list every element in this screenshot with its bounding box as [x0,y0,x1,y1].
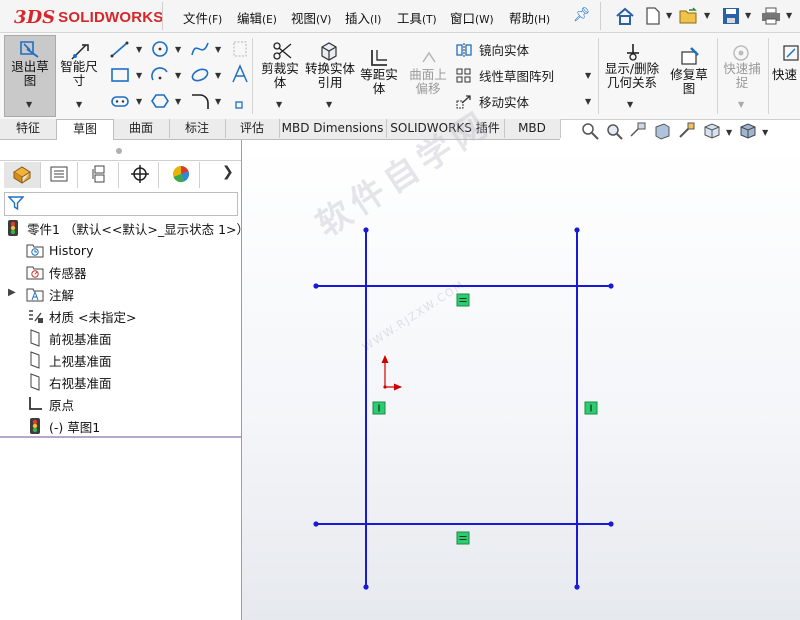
horizontal-relation-icon[interactable] [456,531,470,545]
sketch-endpoint[interactable] [608,521,614,527]
horizontal-relation-icon[interactable] [456,293,470,307]
sketch-geometry[interactable] [0,0,800,620]
sketch-endpoint[interactable] [313,521,319,527]
sketch-endpoint[interactable] [608,283,614,289]
vertical-relation-icon[interactable] [584,401,598,415]
sketch-endpoint[interactable] [363,584,369,590]
sketch-endpoint[interactable] [574,227,580,233]
vertical-relation-icon[interactable] [372,401,386,415]
sketch-origin-icon [381,355,402,391]
sketch-endpoint[interactable] [313,283,319,289]
sketch-endpoint[interactable] [574,584,580,590]
sketch-endpoint[interactable] [363,227,369,233]
